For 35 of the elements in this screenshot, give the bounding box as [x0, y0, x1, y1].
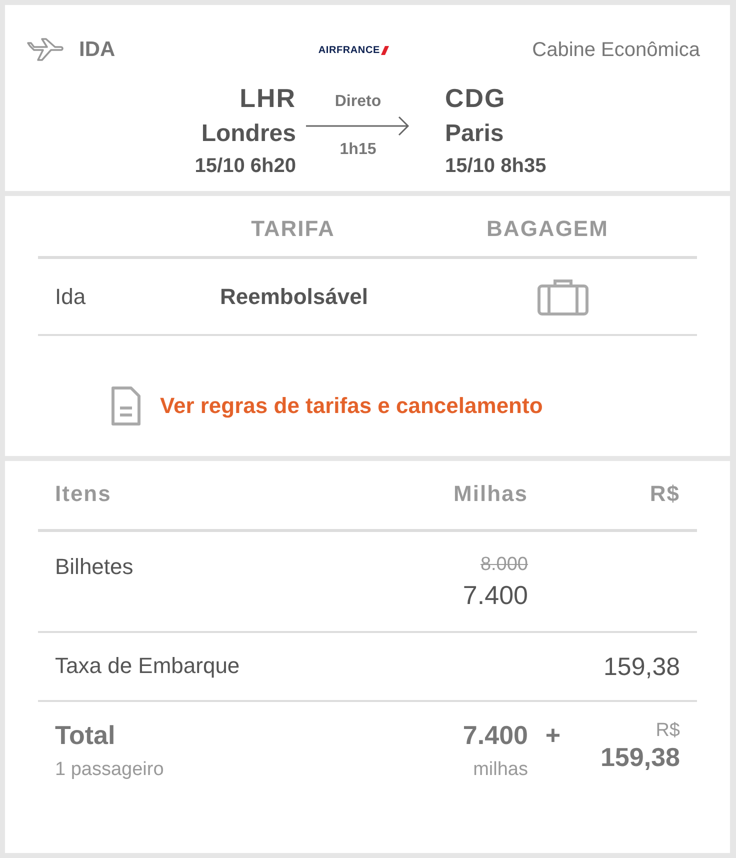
arrow-icon	[305, 115, 411, 137]
column-header: TARIFA	[251, 216, 335, 242]
departure-time: 15/10 6h20	[194, 154, 296, 179]
total-label: Total	[55, 720, 116, 751]
airline-logo: AIRFRANCE	[318, 44, 380, 56]
column-header: BAGAGEM	[486, 216, 608, 242]
column-header: Milhas	[452, 481, 528, 507]
miles-value: 7.400	[462, 580, 528, 611]
plus-sign: +	[545, 720, 561, 751]
origin-code: LHR	[240, 82, 296, 115]
destination-code: CDG	[445, 82, 506, 115]
origin-city: Londres	[201, 119, 296, 149]
currency-label: R$	[656, 720, 680, 742]
suitcase-icon	[536, 278, 588, 316]
document-icon	[110, 386, 142, 426]
arrival-time: 15/10 8h35	[445, 154, 546, 179]
reais-value: 159,38	[604, 653, 680, 682]
total-miles: 7.400	[462, 720, 528, 751]
direction-label: IDA	[79, 38, 116, 62]
destination-city: Paris	[445, 119, 504, 149]
stripe-icon	[380, 46, 389, 54]
total-reais: 159,38	[600, 742, 680, 773]
cabin-class: Cabine Econômica	[532, 38, 700, 62]
item-name: Taxa de Embarque	[55, 653, 240, 679]
original-miles: 8.000	[480, 554, 528, 576]
leg-cell-text: Ida	[55, 284, 87, 310]
fare-rules-link[interactable]: Ver regras de tarifas e cancelamento	[160, 393, 543, 419]
miles-unit: milhas	[473, 759, 528, 781]
stop-type: Direto	[334, 93, 382, 111]
item-name: Bilhetes	[55, 554, 134, 580]
flight-duration: 1h15	[340, 141, 376, 159]
column-header: R$	[648, 481, 680, 507]
fare-cell-text: Reembolsável	[220, 284, 369, 310]
passenger-count: 1 passageiro	[55, 759, 164, 781]
column-header: Itens	[55, 481, 112, 507]
